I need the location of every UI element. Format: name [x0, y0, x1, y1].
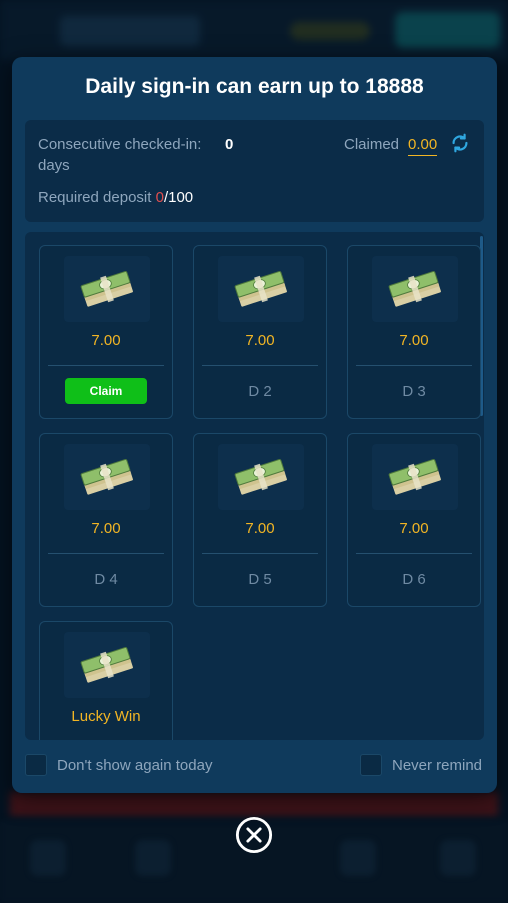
never-remind-label: Never remind	[392, 756, 483, 774]
day-amount: 7.00	[91, 520, 121, 537]
day-amount: 7.00	[245, 520, 275, 537]
money-stack-icon	[80, 459, 133, 495]
money-stack-icon	[388, 271, 441, 307]
consecutive-checkin-value: 0	[225, 136, 234, 153]
day-card-4[interactable]: 7.00 D 4	[39, 433, 173, 607]
required-deposit-label: Required deposit	[38, 189, 152, 206]
modal-title: Daily sign-in can earn up to 18888	[85, 75, 424, 98]
deposit-current: 0	[155, 189, 164, 206]
day-divider	[356, 365, 472, 366]
money-stack-icon	[80, 271, 133, 307]
day-card-1[interactable]: 7.00 Claim	[39, 245, 173, 419]
never-remind-option[interactable]: Never remind	[360, 754, 482, 776]
claim-button[interactable]: Claim	[65, 378, 147, 404]
day-divider	[356, 553, 472, 554]
never-remind-checkbox[interactable]	[360, 754, 382, 776]
close-circle-icon[interactable]	[235, 816, 273, 854]
day-divider	[202, 553, 318, 554]
claimed-label: Claimed	[344, 136, 400, 153]
consecutive-checkin-label: Consecutive checked-in: days	[38, 136, 202, 174]
money-stack-icon	[80, 647, 133, 683]
dont-show-today-option[interactable]: Don't show again today	[25, 754, 212, 776]
day-amount: 7.00	[399, 332, 429, 349]
day-amount: 7.00	[91, 332, 121, 349]
money-stack-icon	[234, 271, 287, 307]
day-amount: 7.00	[245, 332, 275, 349]
dont-show-today-label: Don't show again today	[57, 756, 213, 774]
day-divider	[48, 365, 164, 366]
daily-rewards-grid[interactable]: 7.00 Claim 7.00 D 2 7.00 D 3 7.00 D 4 7.…	[25, 232, 484, 740]
day-card-5[interactable]: 7.00 D 5	[193, 433, 327, 607]
signin-info-card: Consecutive checked-in: days 0 Claimed 0…	[25, 120, 484, 222]
day-label: D 4	[94, 571, 118, 588]
day-divider	[202, 365, 318, 366]
lucky-win-label: Lucky Win	[71, 708, 141, 725]
claimed-value: 0.00	[408, 134, 438, 156]
day-label: D 6	[402, 571, 426, 588]
daily-signin-modal: Daily sign-in can earn up to 18888 Conse…	[12, 57, 497, 793]
day-divider	[48, 553, 164, 554]
day-amount: 7.00	[399, 520, 429, 537]
required-deposit: Required deposit 0/100	[38, 187, 193, 208]
day-label: D 5	[248, 571, 272, 588]
day-card-3[interactable]: 7.00 D 3	[347, 245, 481, 419]
day-label: D 3	[402, 383, 426, 400]
refresh-icon[interactable]	[449, 132, 471, 154]
money-stack-icon	[234, 459, 287, 495]
day-card-2[interactable]: 7.00 D 2	[193, 245, 327, 419]
day-card-6[interactable]: 7.00 D 6	[347, 433, 481, 607]
money-stack-icon	[388, 459, 441, 495]
day-label: D 2	[248, 383, 272, 400]
deposit-total: 100	[168, 189, 194, 206]
dont-show-today-checkbox[interactable]	[25, 754, 47, 776]
lucky-win-card[interactable]: Lucky Win	[39, 621, 173, 740]
